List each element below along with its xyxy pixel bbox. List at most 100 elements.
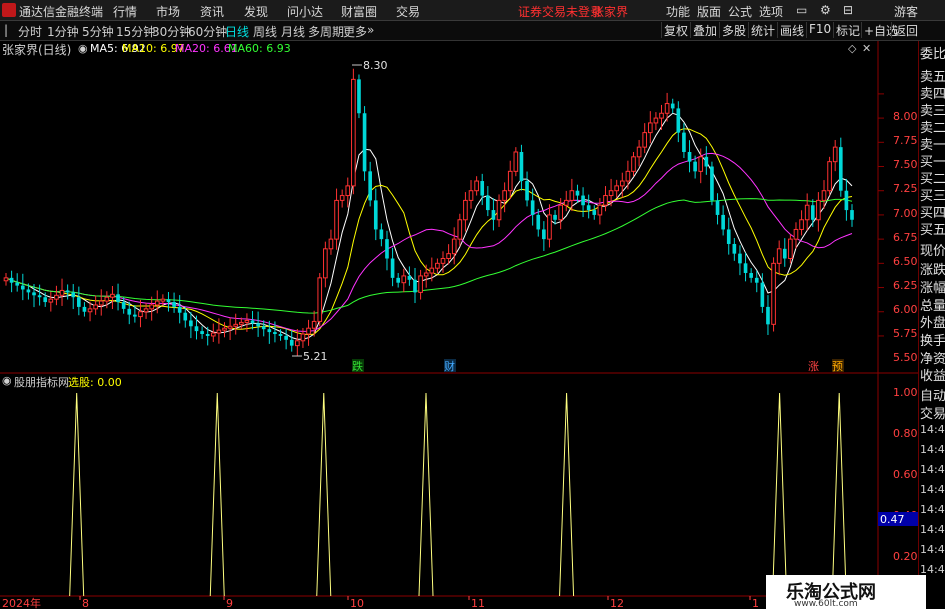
price-tick: 6.50 (893, 255, 918, 268)
candle-body-up (631, 156, 636, 172)
candle-body-down (676, 108, 681, 133)
candle-body-down (82, 306, 87, 312)
x-tick-year: 2024年 (2, 596, 41, 609)
panel-turnover: 换手 (920, 334, 945, 349)
marker-finance[interactable]: 财 (444, 359, 455, 373)
candle-body-up (496, 199, 502, 221)
candle-body-up (653, 117, 659, 124)
candle-body-up (636, 146, 642, 158)
panel-trade[interactable]: 交易 (920, 403, 945, 422)
candle-body-down (553, 214, 557, 220)
panel-price: 现价 (920, 244, 945, 259)
candle-body-up (429, 267, 435, 274)
candle-body-up (210, 332, 216, 337)
candle-body-down (194, 326, 199, 332)
candle-body-up (698, 156, 704, 172)
price-tick: 6.00 (893, 303, 918, 316)
candle-body-up (832, 146, 838, 163)
candle-body-up (642, 132, 648, 148)
candle-body-down (592, 210, 597, 215)
kline-chart[interactable]: 8.30 5.21 跌 财 涨 预 8.00 7.75 7.50 7.25 7.… (0, 0, 918, 609)
candle-body-down (491, 210, 496, 220)
ma20-line (5, 152, 853, 332)
candle-body-up (463, 199, 468, 221)
candle-body-down (267, 329, 272, 333)
candle-body-down (754, 277, 759, 283)
price-tick: 7.75 (893, 134, 918, 147)
candle-body-up (233, 323, 239, 327)
candle-body-down (284, 335, 288, 340)
price-tick: 8.00 (893, 110, 918, 123)
candle-body-down (838, 147, 843, 191)
price-tick: 7.50 (893, 158, 918, 171)
candle-body-down (710, 166, 714, 201)
panel-auto[interactable]: 自动 (920, 385, 945, 404)
candle-body-up (222, 327, 227, 331)
candle-body-down (480, 181, 485, 196)
candle-body-down (368, 171, 372, 201)
ma-toggle-icon[interactable]: ◉ (78, 42, 88, 55)
tick-time: 14:49 (920, 483, 945, 496)
candle-body-up (440, 257, 446, 264)
watermark: 乐淘公式网 www.60lt.com (766, 575, 926, 609)
candle-body-down (166, 299, 171, 303)
candle-body-down (127, 308, 132, 315)
candle-body-down (357, 79, 361, 114)
candle-body-up (351, 78, 356, 187)
marker-forecast[interactable]: 预 (832, 360, 843, 373)
candle-body-up (804, 204, 810, 221)
candle-body-up (317, 277, 323, 322)
candle-body-up (339, 195, 345, 201)
candle-body-up (468, 190, 474, 201)
candle-body-down (486, 195, 490, 211)
candle-body-up (143, 308, 149, 313)
marker-fall[interactable]: 跌 (352, 359, 363, 373)
price-tick: 6.75 (893, 231, 918, 244)
panel-bid5: 买五 (920, 223, 945, 238)
candle-body-up (827, 161, 832, 192)
x-tick: 10 (350, 597, 364, 609)
candle-body-down (379, 229, 384, 240)
price-tick: 5.75 (893, 327, 918, 340)
candle-body-up (821, 190, 827, 201)
marker-rise[interactable]: 涨 (808, 360, 819, 373)
candle-body-up (345, 185, 351, 197)
candle-body-down (37, 295, 42, 298)
candle-body-up (513, 151, 519, 172)
watermark-url: www.60lt.com (794, 599, 858, 609)
candle-body-up (54, 294, 59, 300)
candle-body-up (216, 329, 222, 334)
panel-outer: 外盘 (920, 316, 945, 331)
candle-body-down (121, 302, 126, 309)
candle-body-down (189, 320, 193, 327)
candle-body-down (289, 339, 294, 346)
candle-body-up (59, 289, 65, 296)
tick-time: 14:49 (920, 463, 945, 476)
indicator-title[interactable]: 股朋指标网 (14, 374, 69, 390)
candle-body-up (647, 122, 653, 134)
candle-body-up (625, 170, 631, 182)
tick-time: 14:49 (920, 443, 945, 456)
candle-body-up (138, 311, 143, 318)
candle-body-up (619, 180, 625, 187)
candle-body-up (160, 298, 166, 302)
panel-earnings: 收益 (920, 369, 945, 384)
chart-close-icon[interactable]: ✕ (862, 42, 871, 55)
candle-body-down (250, 320, 255, 324)
candle-body-down (385, 239, 389, 259)
candle-body-down (133, 314, 137, 317)
candle-body-down (670, 103, 675, 109)
candle-body-down (810, 205, 815, 220)
candle-body-down (732, 243, 737, 254)
signal-spike (209, 392, 225, 597)
candle-body-up (608, 190, 614, 197)
chart-settings-icon[interactable]: ◇ (848, 42, 856, 55)
candle-body-down (687, 151, 692, 162)
chart-title: 张家界(日线) (2, 43, 72, 57)
tick-time: 14:49 (920, 543, 945, 556)
tick-time: 14:49 (920, 503, 945, 516)
candle-body-up (3, 277, 9, 282)
candle-body-down (362, 113, 367, 172)
indicator-toggle-icon[interactable]: ◉ (2, 374, 12, 387)
ma60-label: MA60: 6.93 (228, 42, 291, 55)
